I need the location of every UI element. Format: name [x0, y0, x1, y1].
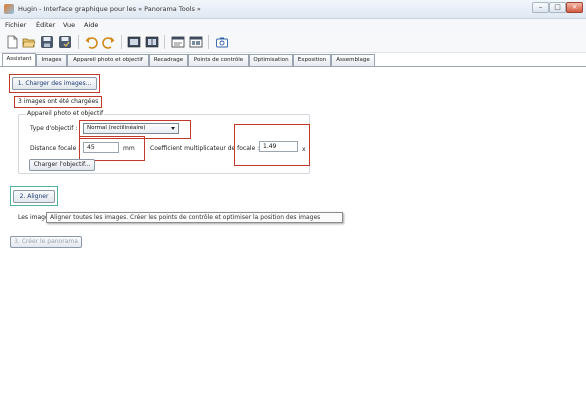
align-tooltip: Aligner toutes les images. Créer les poi… [46, 212, 343, 223]
menu-fichier[interactable]: Fichier [5, 21, 26, 29]
tab-exposure[interactable]: Exposition [293, 54, 331, 66]
tab-assistant[interactable]: Assistant [2, 53, 36, 66]
hugin-app-icon [4, 4, 14, 14]
tab-crop[interactable]: Recadrage [149, 54, 188, 66]
save-as-icon[interactable] [58, 35, 72, 49]
lens-type-value: Normal (rectilinéaire) [87, 125, 146, 131]
align-button[interactable]: 2. Aligner [13, 190, 55, 203]
crop-unit: x [302, 146, 306, 153]
undo-icon[interactable] [84, 35, 98, 49]
images-loaded-status: 3 images ont été chargées [18, 98, 99, 105]
toolbar-separator [121, 35, 122, 49]
add-images-icon[interactable] [127, 35, 141, 49]
minimize-button[interactable]: – [532, 2, 549, 13]
images-status-label: Les image [18, 214, 49, 221]
focal-length-input[interactable]: 45 [83, 142, 119, 153]
load-images-button[interactable]: 1. Charger des images... [12, 77, 97, 90]
tab-images[interactable]: Images [36, 54, 67, 66]
lens-type-label: Type d'objectif : [30, 125, 78, 132]
toolbar-separator [78, 35, 79, 49]
lens-type-dropdown[interactable]: Normal (rectilinéaire) [83, 123, 179, 134]
preview-icon[interactable] [171, 35, 185, 49]
create-panorama-button[interactable]: 3. Créer le panorama [10, 236, 82, 248]
menu-vue[interactable]: Vue [63, 21, 75, 29]
window-title: Hugin - Interface graphique pour les « P… [18, 5, 201, 13]
redo-icon[interactable] [102, 35, 116, 49]
tab-control-points[interactable]: Points de contrôle [188, 54, 249, 66]
open-folder-icon[interactable] [22, 35, 36, 49]
focal-length-label: Distance focale : [30, 145, 81, 152]
tab-body-border [0, 66, 586, 67]
tab-stitcher[interactable]: Assemblage [331, 54, 375, 66]
maximize-button[interactable]: □ [549, 2, 566, 13]
save-icon[interactable] [40, 35, 54, 49]
focal-unit: mm [123, 145, 135, 152]
new-project-icon[interactable] [5, 35, 19, 49]
close-button[interactable]: × [566, 2, 583, 13]
tab-camera-lens[interactable]: Appareil photo et objectif [67, 54, 149, 66]
fast-preview-icon[interactable] [189, 35, 203, 49]
chevron-down-icon [171, 127, 175, 130]
tab-optimisation[interactable]: Optimisation [249, 54, 293, 66]
menu-editer[interactable]: Éditer [36, 21, 55, 29]
menu-aide[interactable]: Aide [84, 21, 98, 29]
camera-icon[interactable] [215, 35, 229, 49]
toolbar-separator [208, 35, 209, 49]
control-points-icon[interactable] [145, 35, 159, 49]
crop-factor-input[interactable]: 1.49 [259, 141, 298, 152]
load-lens-button[interactable]: Charger l'objectif... [29, 159, 95, 171]
toolbar-separator [164, 35, 165, 49]
group-title: Appareil photo et objectif [26, 110, 105, 117]
